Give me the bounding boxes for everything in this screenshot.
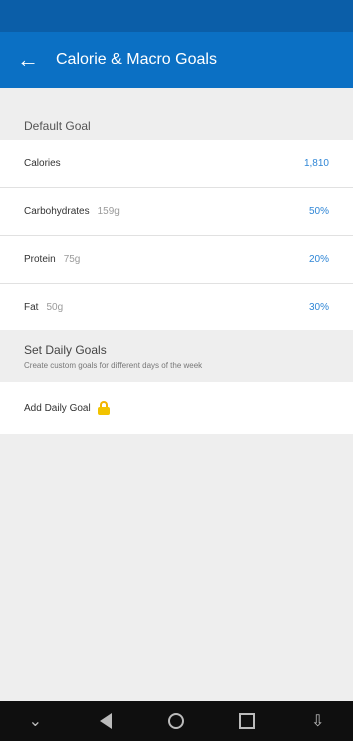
goal-value: 30%: [308, 302, 329, 313]
goal-value: 50%: [308, 206, 329, 217]
daily-goals-title: Set Daily Goals: [24, 342, 107, 357]
goal-label: Carbohydrates: [24, 206, 90, 217]
goal-label: Fat: [24, 302, 39, 313]
goal-value: 1,810: [303, 158, 329, 169]
goal-sub: 75g: [63, 254, 81, 265]
goal-value: 20%: [308, 254, 329, 265]
home-circle-icon[interactable]: [156, 701, 196, 741]
goal-label: Calories: [24, 158, 61, 169]
add-daily-goal-label: Add Daily Goal: [24, 402, 91, 414]
add-daily-goal-row[interactable]: Add Daily Goal: [0, 382, 353, 434]
default-goal-header: Default Goal: [0, 112, 353, 140]
back-triangle-icon[interactable]: [86, 701, 126, 741]
goal-row-protein[interactable]: Protein 75g 20%: [0, 236, 353, 284]
back-button[interactable]: ←: [0, 32, 56, 88]
goal-label: Protein: [24, 254, 56, 265]
status-bar: [0, 0, 353, 32]
arrow-left-icon: ←: [17, 47, 39, 72]
goal-row-fat[interactable]: Fat 50g 30%: [0, 284, 353, 332]
default-goal-label: Default Goal: [24, 119, 91, 133]
goal-row-carbohydrates[interactable]: Carbohydrates 159g 50%: [0, 188, 353, 236]
chevron-down-icon[interactable]: ⌄: [15, 701, 55, 741]
daily-goals-description: Create custom goals for different days o…: [24, 360, 203, 370]
notifications-icon[interactable]: ⇩: [298, 701, 338, 741]
goal-sub: 50g: [46, 302, 64, 313]
lock-icon: [97, 401, 111, 415]
recent-square-icon[interactable]: [227, 701, 267, 741]
goal-row-calories[interactable]: Calories 1,810: [0, 140, 353, 188]
default-goal-list: Calories 1,810 Carbohydrates 159g 50% Pr…: [0, 140, 353, 332]
system-nav-bar: ⌄ ⇩: [0, 701, 353, 741]
page-title: Calorie & Macro Goals: [56, 51, 217, 68]
app-bar: ← Calorie & Macro Goals: [0, 32, 353, 88]
goal-sub: 159g: [97, 206, 120, 217]
daily-goals-header: Set Daily Goals Create custom goals for …: [0, 330, 353, 382]
